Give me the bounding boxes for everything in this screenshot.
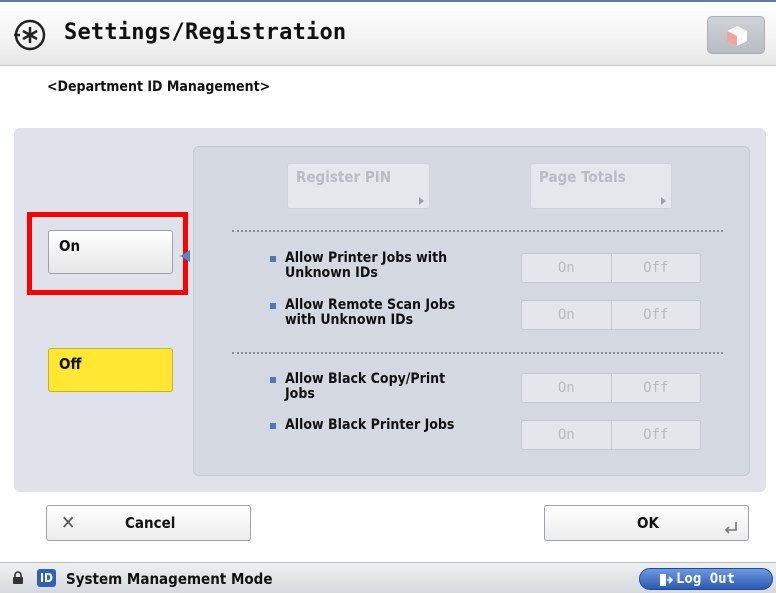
cancel-label: Cancel [125,514,176,532]
divider [232,230,723,232]
toggle-off[interactable]: Off [610,374,701,402]
option-label-line: Allow Black Copy/Print [285,371,446,387]
pointer-arrow-icon [180,250,190,262]
toggle-on[interactable]: On [522,254,611,282]
toggle-off[interactable]: Off [610,254,701,282]
page-title: Settings/Registration [64,20,347,45]
corner-arrow-icon [419,197,424,205]
option-label-line: Allow Printer Jobs with [285,250,448,266]
bullet-icon [270,377,276,383]
ok-button[interactable]: OK [544,505,749,541]
register-pin-label: Register PIN [296,168,392,186]
option-label-remote-scan: Allow Remote Scan Jobs with Unknown IDs [285,298,455,328]
title-bar: Settings/Registration [0,0,776,66]
option-label-black-copy: Allow Black Copy/Print Jobs [285,372,445,402]
option-label-line: Allow Black Printer Jobs [285,417,455,433]
option-label-line: Allow Remote Scan Jobs [285,297,456,313]
divider [232,352,723,354]
id-badge-icon: ID [37,569,56,587]
toggle-printer-jobs: On Off [521,253,701,283]
cancel-button[interactable]: ✕ Cancel [46,505,251,541]
header-cube-button[interactable] [707,16,765,54]
bullet-icon [270,303,276,309]
bullet-icon [270,256,276,262]
toggle-black-copy: On Off [521,373,701,403]
section-subtitle: <Department ID Management> [47,79,271,95]
toggle-off[interactable]: Off [610,421,701,449]
logout-label: Log Out [676,571,736,587]
toggle-black-printer: On Off [521,420,701,450]
option-label-printer-jobs: Allow Printer Jobs with Unknown IDs [285,251,447,281]
option-label-line: with Unknown IDs [285,312,414,328]
close-icon: ✕ [61,512,76,534]
settings-asterisk-icon [14,19,46,51]
register-pin-button[interactable]: Register PIN [287,163,430,209]
toggle-on[interactable]: On [522,421,611,449]
cube-icon [727,26,747,46]
status-mode-text: System Management Mode [66,570,273,588]
status-bar: ID System Management Mode Log Out [0,562,776,593]
toggle-on[interactable]: On [522,374,611,402]
ok-label: OK [637,514,659,532]
toggle-remote-scan: On Off [521,300,701,330]
page-totals-label: Page Totals [539,168,626,186]
page-totals-button[interactable]: Page Totals [530,163,672,209]
toggle-off[interactable]: Off [610,301,701,329]
logout-button[interactable]: Log Out [639,568,773,590]
bullet-icon [270,423,276,429]
lock-icon [13,571,23,584]
off-button[interactable]: Off [48,348,173,392]
option-label-line: Unknown IDs [285,265,378,281]
toggle-on[interactable]: On [522,301,611,329]
corner-arrow-icon [661,197,666,205]
option-label-black-printer: Allow Black Printer Jobs [285,418,454,433]
option-label-line: Jobs [285,386,315,402]
enter-arrow-icon [724,522,737,534]
logout-icon [660,574,673,586]
highlight-box [27,212,188,295]
